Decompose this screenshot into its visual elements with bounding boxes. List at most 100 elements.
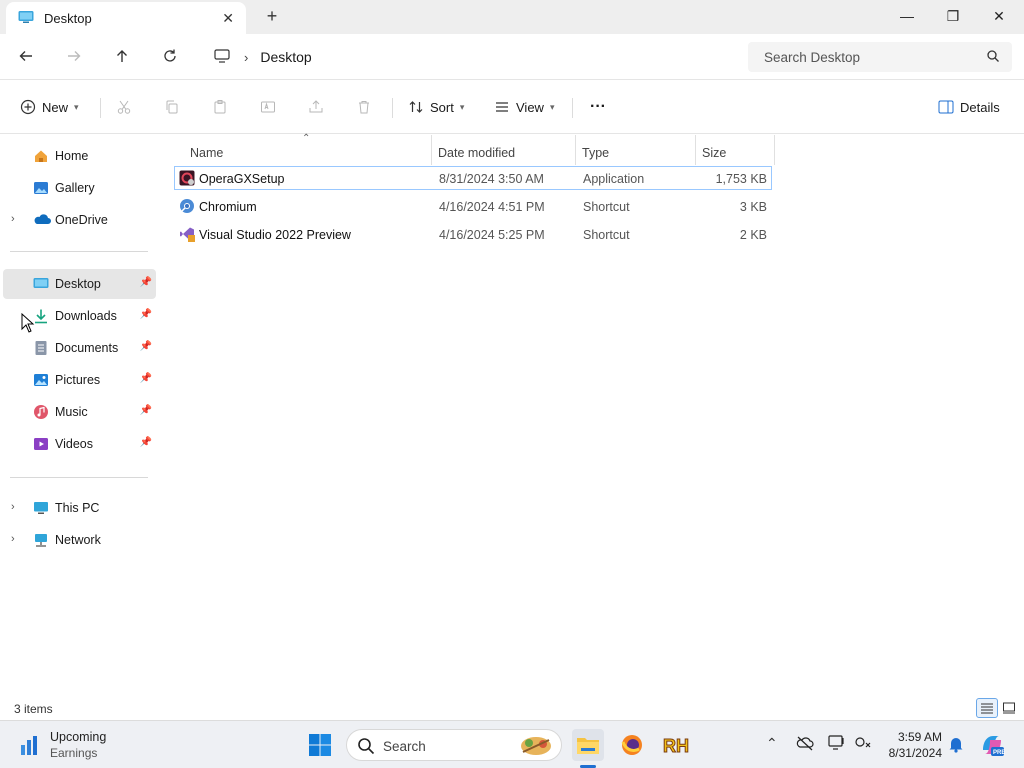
pin-icon[interactable]: 📌 (140, 405, 152, 416)
file-date: 8/31/2024 3:50 AM (439, 172, 544, 186)
visual-studio-icon (179, 226, 195, 242)
notification-bell-icon[interactable] (948, 735, 964, 756)
clock-date: 8/31/2024 (888, 746, 942, 760)
chevron-right-icon[interactable]: › (244, 50, 248, 65)
rename-icon (261, 101, 275, 113)
share-button[interactable] (308, 96, 324, 118)
sidebar-item-videos[interactable]: Videos 📌 (3, 429, 156, 459)
onedrive-sync-paused-icon[interactable] (796, 735, 814, 754)
sidebar-item-pictures[interactable]: Pictures 📌 (3, 365, 156, 395)
share-icon (309, 100, 323, 113)
paste-button[interactable] (212, 96, 228, 118)
network-status-icon[interactable] (854, 735, 872, 754)
music-icon (33, 404, 49, 420)
chevron-right-icon[interactable]: › (11, 533, 15, 545)
file-row-visual-studio[interactable]: Visual Studio 2022 Preview 4/16/2024 5:2… (174, 222, 772, 246)
sidebar-item-gallery[interactable]: Gallery (3, 173, 156, 203)
show-hidden-icons-chevron-icon[interactable]: ⌃ (766, 735, 778, 752)
maximize-button[interactable]: ❐ (930, 0, 976, 32)
minimize-button[interactable]: — (884, 0, 930, 32)
file-size: 1,753 KB (715, 172, 767, 186)
sidebar-item-documents[interactable]: Documents 📌 (3, 333, 156, 363)
file-row-chromium[interactable]: Chromium 4/16/2024 4:51 PM Shortcut 3 KB (174, 194, 772, 218)
delete-button[interactable] (356, 96, 372, 118)
sidebar-item-home[interactable]: Home (3, 141, 156, 171)
forward-button[interactable] (60, 44, 88, 68)
close-tab-icon[interactable]: ✕ (222, 10, 234, 27)
file-explorer-icon (577, 738, 599, 754)
details-view-button[interactable] (976, 698, 998, 718)
copilot-icon: PRE (983, 736, 1005, 756)
taskbar-search-box[interactable]: Search (346, 729, 562, 761)
divider (100, 98, 101, 118)
view-button[interactable]: View ▾ (494, 96, 554, 118)
sidebar-item-onedrive[interactable]: › OneDrive (3, 205, 156, 235)
pin-icon[interactable]: 📌 (140, 309, 152, 320)
up-button[interactable] (108, 44, 136, 68)
onedrive-icon (33, 212, 51, 228)
pin-icon[interactable]: 📌 (140, 341, 152, 352)
start-button[interactable] (304, 729, 336, 761)
pin-icon[interactable]: 📌 (140, 373, 152, 384)
firefox-taskbar-button[interactable] (616, 729, 648, 761)
details-pane-button[interactable]: Details (938, 96, 1000, 118)
file-row-operagxsetup[interactable]: OperaGXSetup 8/31/2024 3:50 AM Applicati… (174, 166, 772, 190)
sidebar-label: OneDrive (55, 213, 108, 227)
command-bar: New ▾ Sort ▾ View ▾ ··· Details (0, 80, 1024, 134)
copy-icon (166, 100, 178, 114)
new-tab-button[interactable]: + (262, 6, 282, 27)
search-input[interactable]: Search Desktop (764, 50, 986, 65)
column-header-name[interactable]: Name (190, 141, 223, 165)
column-header-type[interactable]: Type (582, 141, 609, 165)
widgets-button[interactable]: Upcoming Earnings (16, 729, 136, 761)
display-icon[interactable] (828, 735, 846, 754)
sidebar-item-desktop[interactable]: Desktop 📌 (3, 269, 156, 299)
file-name: Chromium (199, 200, 257, 214)
breadcrumb[interactable]: › Desktop (204, 42, 734, 72)
pin-icon[interactable]: 📌 (140, 437, 152, 448)
view-label: View (516, 99, 544, 115)
this-pc-icon (33, 500, 49, 516)
monitor-icon[interactable] (214, 48, 230, 66)
column-divider[interactable] (575, 135, 576, 165)
file-name: OperaGXSetup (199, 172, 285, 186)
rh-app-taskbar-button[interactable]: RH (660, 729, 692, 761)
sidebar-item-network[interactable]: › Network (3, 525, 156, 555)
chromium-icon (179, 198, 195, 214)
new-button[interactable]: New ▾ (20, 96, 79, 118)
sidebar-label: Videos (55, 437, 93, 451)
chevron-right-icon[interactable]: › (11, 501, 15, 513)
column-header-date[interactable]: Date modified (438, 141, 515, 165)
system-clock[interactable]: 3:59 AM 8/31/2024 (878, 729, 942, 761)
copy-button[interactable] (164, 96, 180, 118)
videos-icon (33, 436, 49, 452)
back-button[interactable] (12, 44, 40, 68)
column-divider[interactable] (431, 135, 432, 165)
file-explorer-taskbar-button[interactable] (572, 729, 604, 761)
close-window-button[interactable]: ✕ (976, 0, 1022, 32)
tiles-view-button[interactable] (998, 698, 1020, 718)
sort-icon (409, 101, 423, 113)
sidebar-item-this-pc[interactable]: › This PC (3, 493, 156, 523)
sort-button[interactable]: Sort ▾ (408, 96, 464, 118)
tab-desktop[interactable]: Desktop ✕ (6, 2, 246, 34)
column-divider[interactable] (695, 135, 696, 165)
search-box[interactable]: Search Desktop (748, 42, 1012, 72)
rename-button[interactable] (260, 96, 276, 118)
details-label: Details (960, 99, 1000, 115)
details-view-icon (981, 703, 993, 714)
sidebar-label: Home (55, 149, 89, 163)
refresh-button[interactable] (156, 44, 184, 68)
cut-button[interactable] (116, 96, 132, 118)
more-options-button[interactable]: ··· (590, 96, 606, 118)
column-header-size[interactable]: Size (702, 141, 726, 165)
breadcrumb-desktop[interactable]: Desktop (260, 49, 311, 65)
clipboard-icon (214, 100, 226, 114)
column-divider[interactable] (774, 135, 775, 165)
sidebar-item-music[interactable]: Music 📌 (3, 397, 156, 427)
desktop-folder-icon (18, 10, 34, 27)
pin-icon[interactable]: 📌 (140, 277, 152, 288)
copilot-taskbar-button[interactable]: PRE (976, 729, 1008, 761)
chevron-right-icon[interactable]: › (11, 213, 15, 225)
file-date: 4/16/2024 4:51 PM (439, 200, 545, 214)
